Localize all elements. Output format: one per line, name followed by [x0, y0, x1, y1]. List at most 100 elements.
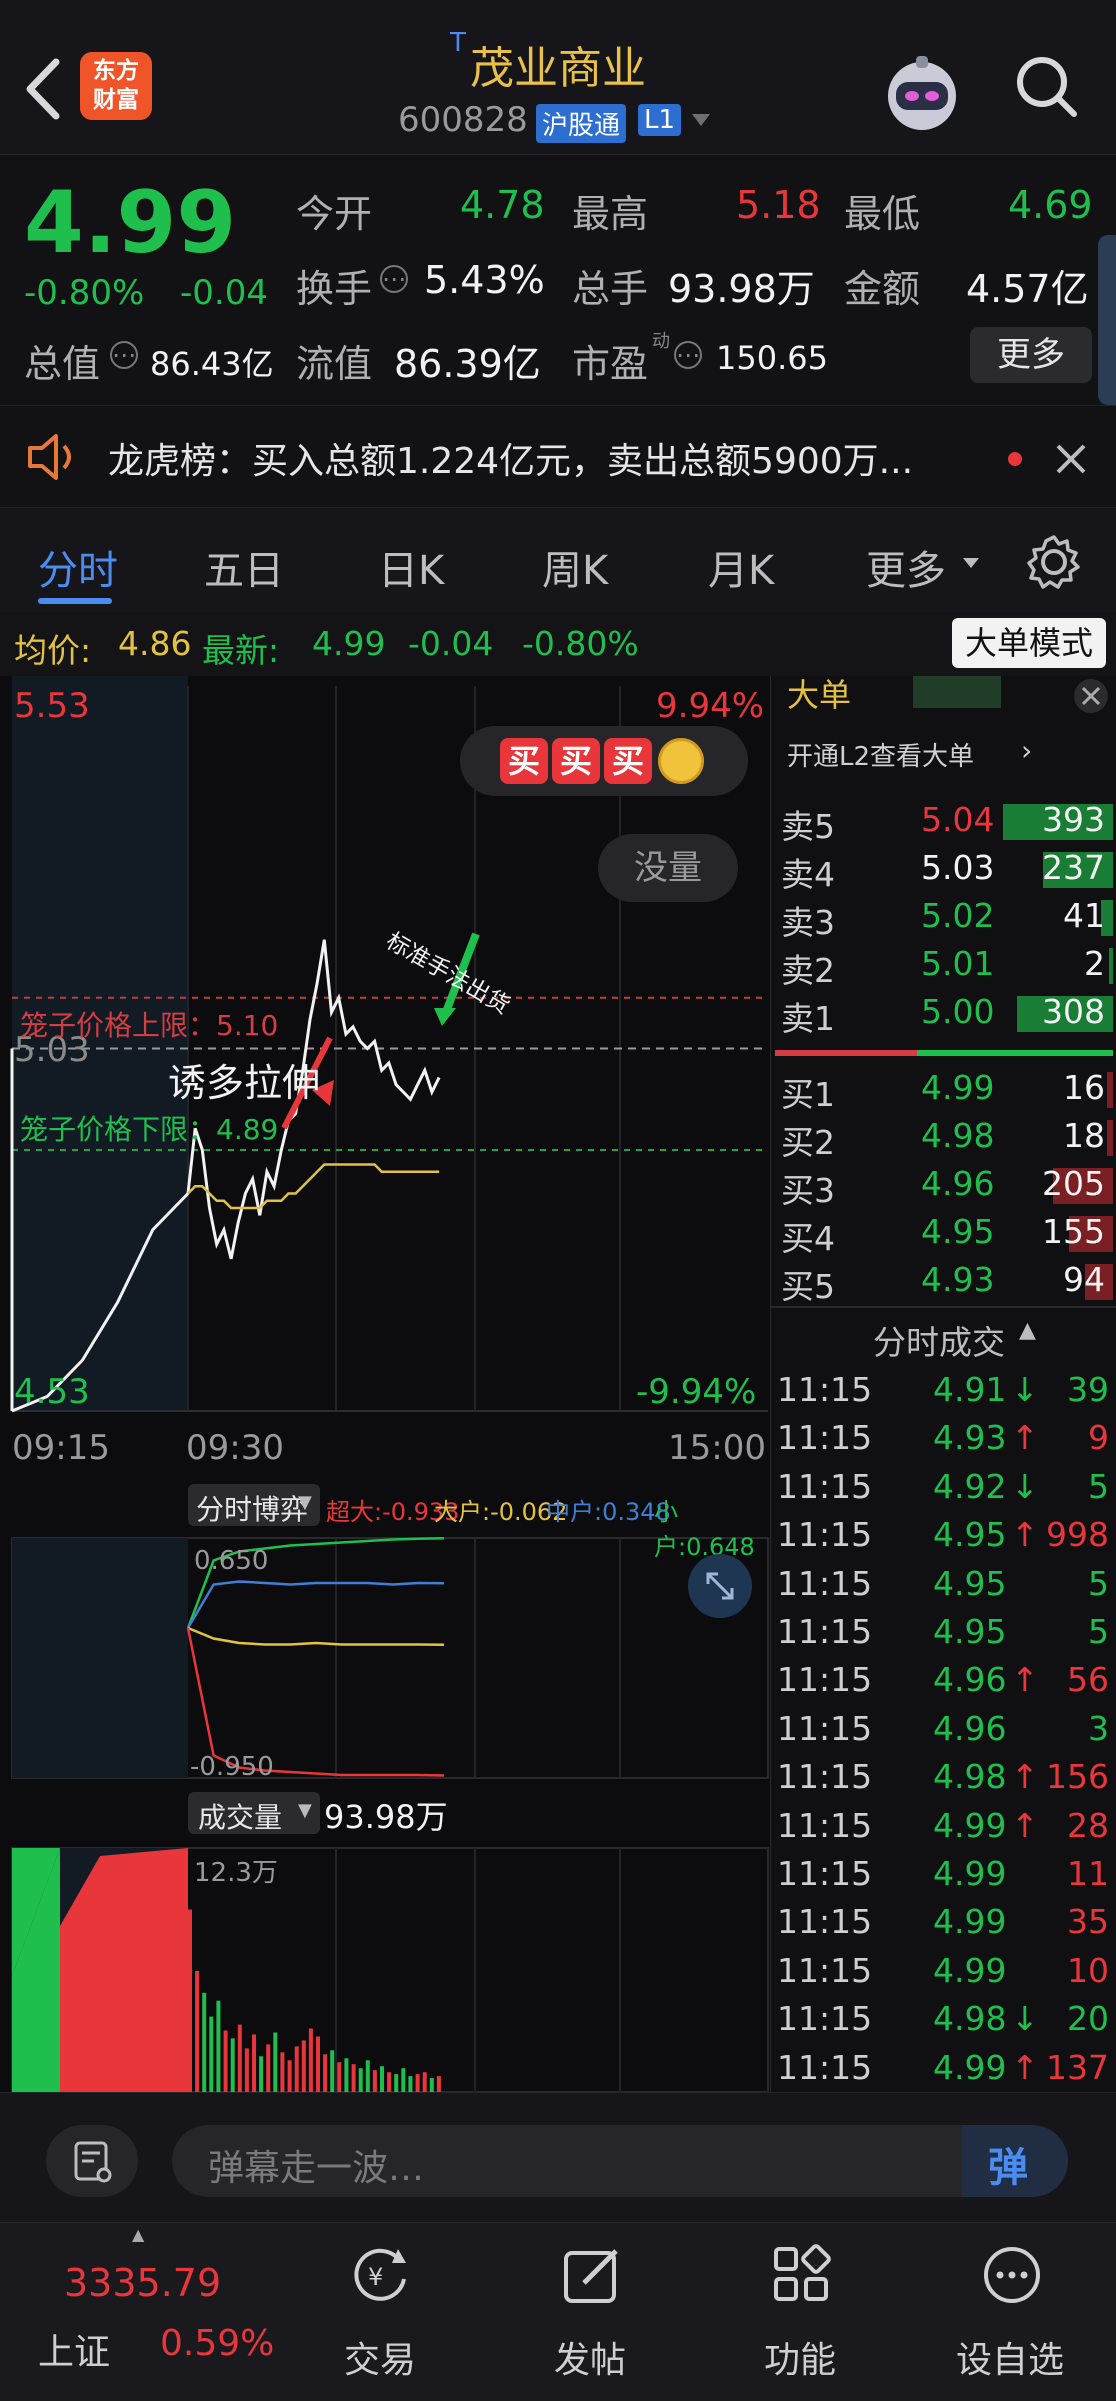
- tab-intraday[interactable]: 分时: [38, 538, 118, 596]
- sort-up-icon[interactable]: ▲: [1019, 1318, 1036, 1343]
- bid-level-row[interactable]: 买4 4.95 155: [781, 1212, 1113, 1258]
- close-icon[interactable]: [1054, 442, 1088, 476]
- ask-level-row[interactable]: 卖5 5.04 393: [781, 800, 1113, 846]
- danmu-send-button[interactable]: 弹: [962, 2125, 1068, 2197]
- tick-price: 4.92: [933, 1466, 1007, 1506]
- tab-more[interactable]: 更多: [866, 538, 946, 596]
- side-panel-handle[interactable]: [1098, 235, 1116, 405]
- eastmoney-logo: 东方 财富: [80, 52, 152, 120]
- info-icon[interactable]: ⋯: [380, 265, 408, 293]
- bid-level-row[interactable]: 买5 4.93 94: [781, 1260, 1113, 1306]
- flow-large-line: [187, 1626, 445, 1647]
- latest-change-pct: -0.80%: [522, 624, 639, 663]
- volume-bar: [401, 2068, 406, 2092]
- notice-bar[interactable]: 龙虎榜：买入总额1.224亿元，卖出总额5900万...: [0, 405, 1116, 508]
- expand-button[interactable]: [688, 1554, 752, 1618]
- level-label: 买5: [781, 1267, 835, 1306]
- tick-volume: 28: [1067, 1805, 1109, 1845]
- danmu-placeholder: 弹幕走一波…: [208, 2148, 425, 2189]
- info-icon[interactable]: ⋯: [110, 341, 138, 369]
- stat-value: 4.57亿: [966, 267, 1089, 311]
- chevron-right-icon: ›: [1021, 734, 1033, 767]
- bid-section-divider: [771, 1306, 1116, 1308]
- level-label: 买3: [781, 1171, 835, 1210]
- tick-volume: 5: [1088, 1563, 1109, 1603]
- bid-level-row[interactable]: 买1 4.99 16: [781, 1068, 1113, 1114]
- tick-price: 4.93: [933, 1418, 1007, 1458]
- arrow-up-icon: ↑: [1011, 1757, 1039, 1797]
- settings-gear-icon[interactable]: [1026, 534, 1082, 590]
- nav-post[interactable]: 发帖: [520, 2223, 660, 2401]
- volume-selector[interactable]: 成交量 ▼: [188, 1792, 320, 1834]
- volume-depth-bar: [1107, 1120, 1113, 1156]
- arrow-up-icon: ↑: [1011, 1418, 1039, 1458]
- volume-bar: [188, 1909, 192, 2092]
- nav-watchlist-label: 设自选: [955, 2340, 1064, 2381]
- index-name: 上证: [38, 2332, 111, 2373]
- tick-time: 11:15: [777, 1418, 873, 1458]
- stat-label: 流值: [296, 342, 373, 386]
- bid-level-row[interactable]: 买2 4.98 18: [781, 1116, 1113, 1162]
- flow-top-label: 0.650: [194, 1546, 269, 1576]
- selector-caret-icon: ▼: [298, 1492, 312, 1513]
- index-ticker[interactable]: ▲ 3335.79 上证 0.59%: [0, 2223, 290, 2401]
- volume-bar: [365, 2060, 370, 2092]
- order-book-panel: 大单 开通L2查看大单 › 卖5 5.04 393 卖4 5.03 237 卖3 5.02 41…: [770, 676, 1116, 2092]
- danmu-settings-icon: [74, 2141, 112, 2183]
- tick-price: 4.98: [933, 1757, 1007, 1797]
- avg-label: 均价:: [14, 631, 92, 670]
- more-button[interactable]: 更多: [970, 327, 1092, 383]
- app-header: 东方 财富 T 茂业商业 600828 沪股通 L1: [0, 0, 1116, 155]
- info-icon[interactable]: ⋯: [674, 341, 702, 369]
- volume-bar: [287, 2060, 292, 2092]
- change-abs: -0.04: [180, 273, 268, 313]
- tab-active-indicator: [38, 598, 112, 604]
- trade-tick-row: 11:15 4.99 35: [777, 1902, 1113, 1946]
- tick-volume: 11: [1067, 1854, 1109, 1893]
- ask-level-row[interactable]: 卖2 5.01 2: [781, 944, 1113, 990]
- level-price: 4.95: [921, 1212, 995, 1251]
- volume-bar: [202, 1992, 207, 2092]
- volume-bar: [252, 2034, 256, 2092]
- nav-features[interactable]: 功能: [730, 2223, 870, 2401]
- danmu-input[interactable]: 弹幕走一波… 弹: [172, 2125, 1068, 2197]
- avg-price-line: [187, 1163, 440, 1210]
- l2-header: 大单: [771, 676, 1116, 732]
- close-icon[interactable]: [1071, 676, 1111, 716]
- bid-level-row[interactable]: 买3 4.96 205: [781, 1164, 1113, 1210]
- stat-label: 金额: [844, 267, 921, 311]
- trade-tick-row: 11:15 4.99 11: [777, 1854, 1113, 1898]
- search-icon[interactable]: [1014, 54, 1080, 120]
- tick-price: 4.99: [933, 1854, 1007, 1893]
- dropdown-icon[interactable]: [690, 112, 712, 128]
- buy-promo-banner[interactable]: 买 买 买: [460, 726, 748, 796]
- flow-legend-mid: 中户:0.348: [546, 1498, 671, 1526]
- big-order-mode-button[interactable]: 大单模式: [952, 618, 1106, 668]
- ask-level-row[interactable]: 卖1 5.00 308: [781, 992, 1113, 1038]
- ask-level-row[interactable]: 卖4 5.03 237: [781, 848, 1113, 894]
- trades-title[interactable]: 分时成交: [873, 1316, 1005, 1364]
- nav-trade[interactable]: ¥ 交易: [310, 2223, 450, 2401]
- l2-upgrade-link[interactable]: 开通L2查看大单: [787, 736, 974, 773]
- tab-monthly-k[interactable]: 月K: [708, 538, 774, 596]
- intraday-chart-area[interactable]: 5.53 9.94% 4.53 -9.94% 5.03 09:15 09:30 …: [0, 676, 770, 2093]
- stat-label: 今开: [296, 192, 373, 236]
- trade-tick-row: 11:15 4.91 ↓ 39: [777, 1370, 1113, 1414]
- features-grid-icon: [774, 2244, 831, 2301]
- volume-toggle-button[interactable]: 没量: [598, 834, 738, 902]
- money-flow-title: 分时博弈: [196, 1493, 309, 1526]
- money-flow-selector[interactable]: 分时博弈 ▼: [188, 1484, 320, 1526]
- level-label: 卖1: [781, 999, 835, 1038]
- danmu-settings-button[interactable]: [46, 2125, 138, 2197]
- back-arrow-icon[interactable]: [22, 58, 62, 120]
- tab-daily-k[interactable]: 日K: [378, 538, 444, 596]
- stat-label: 最低: [844, 192, 921, 236]
- post-edit-icon: [564, 2249, 618, 2303]
- tab-weekly-k[interactable]: 周K: [542, 538, 608, 596]
- robot-assistant-icon[interactable]: [880, 52, 964, 136]
- tick-price: 4.95: [933, 1515, 1007, 1555]
- tab-five-day[interactable]: 五日: [204, 538, 284, 596]
- volume-bar: [429, 2078, 434, 2092]
- ask-level-row[interactable]: 卖3 5.02 41: [781, 896, 1113, 942]
- nav-watchlist[interactable]: 设自选: [940, 2223, 1080, 2401]
